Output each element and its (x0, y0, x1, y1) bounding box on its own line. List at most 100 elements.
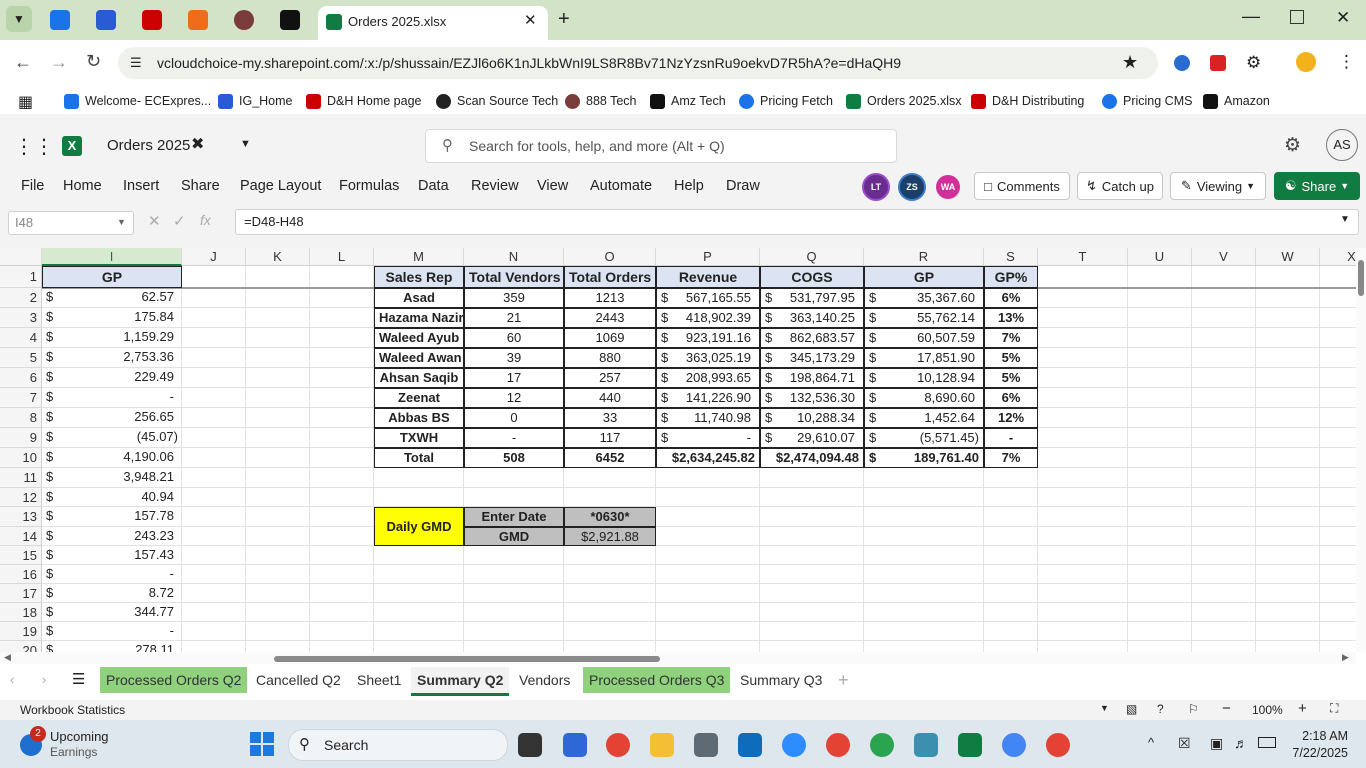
row-header-14[interactable]: 14 (0, 527, 42, 546)
back-icon[interactable]: ← (14, 52, 32, 73)
chrome-icon[interactable] (606, 733, 630, 757)
comments-button[interactable]: □ Comments (974, 172, 1070, 200)
summary-cell-orders[interactable]: 440 (564, 388, 656, 408)
expand-formula-icon[interactable]: ▼ (1340, 214, 1350, 225)
chrome-profile-4-icon[interactable] (1046, 733, 1070, 757)
bookmark-8[interactable]: D&H Distributing (971, 92, 1084, 110)
gp-cell[interactable]: $157.43 (42, 546, 182, 565)
summary-cell-rep[interactable]: Hazama Nazir (374, 308, 464, 328)
total-vendors[interactable]: 508 (464, 448, 564, 468)
enter-date-value[interactable]: *0630* (564, 507, 656, 527)
vertical-scroll-thumb[interactable] (1358, 260, 1364, 296)
summary-header-5[interactable]: GP (864, 266, 984, 288)
row-header-2[interactable]: 2 (0, 288, 42, 308)
summary-cell-gpp[interactable]: 7% (984, 328, 1038, 348)
menu-data[interactable]: Data (418, 178, 449, 194)
menu-help[interactable]: Help (674, 178, 704, 194)
summary-cell-revenue[interactable]: $567,165.55 (656, 288, 760, 308)
summary-cell-cogs[interactable]: $10,288.34 (760, 408, 864, 428)
menu-automate[interactable]: Automate (590, 178, 652, 194)
gp-cell[interactable]: $4,190.06 (42, 448, 182, 468)
chrome-profile-2-icon[interactable] (870, 733, 894, 757)
total-revenue[interactable]: $2,634,245.82 (656, 448, 760, 468)
column-header-l[interactable]: L (310, 248, 374, 266)
summary-header-3[interactable]: Revenue (656, 266, 760, 288)
gp-cell[interactable]: $157.78 (42, 507, 182, 527)
summary-cell-gpp[interactable]: - (984, 428, 1038, 448)
summary-cell-gpp[interactable]: 5% (984, 348, 1038, 368)
volume-icon[interactable]: ♬ (1234, 735, 1248, 751)
menu-share[interactable]: Share (181, 178, 220, 194)
row-header-20[interactable]: 20 (0, 641, 42, 652)
summary-header-6[interactable]: GP% (984, 266, 1038, 288)
extension-icon-1[interactable] (1174, 55, 1190, 71)
summary-cell-revenue[interactable]: $141,226.90 (656, 388, 760, 408)
gp-cell[interactable]: $1,159.29 (42, 328, 182, 348)
total-cogs[interactable]: $2,474,094.48 (760, 448, 864, 468)
presence-avatar-wa[interactable]: WA (936, 175, 960, 199)
gp-cell[interactable]: $243.23 (42, 527, 182, 546)
zoom-in-icon[interactable]: + (1298, 700, 1307, 717)
clock-date[interactable]: 7/22/2025 (1276, 746, 1348, 760)
summary-cell-vendors[interactable]: 21 (464, 308, 564, 328)
sheet-tab-5[interactable]: Processed Orders Q3 (583, 667, 731, 693)
accessibility-icon[interactable]: ▧ (1126, 702, 1137, 716)
daily-gmd-title[interactable]: Daily GMD (374, 507, 464, 546)
tab-icon-dh[interactable] (142, 10, 162, 30)
gp-cell[interactable]: $ - (42, 565, 182, 584)
gp-cell[interactable]: $ (45.07) (42, 428, 182, 448)
insert-function-icon[interactable]: fx (200, 212, 211, 228)
bookmark-star-icon[interactable]: ★ (1122, 52, 1138, 73)
summary-cell-gp[interactable]: $17,851.90 (864, 348, 984, 368)
horizontal-scrollbar[interactable]: ◀ ▶ (0, 652, 1356, 664)
row-header-5[interactable]: 5 (0, 348, 42, 368)
row-header-10[interactable]: 10 (0, 448, 42, 468)
chrome-profile-1-icon[interactable] (826, 733, 850, 757)
title-dropdown-icon[interactable]: ▼ (240, 138, 251, 150)
menu-home[interactable]: Home (63, 178, 102, 194)
summary-header-4[interactable]: COGS (760, 266, 864, 288)
summary-header-0[interactable]: Sales Rep (374, 266, 464, 288)
settings-gear-icon[interactable]: ⚙ (1284, 134, 1301, 157)
tab-icon-amazon[interactable] (280, 10, 300, 30)
tab-icon-888[interactable] (234, 10, 254, 30)
vertical-scrollbar[interactable] (1356, 248, 1366, 652)
address-bar[interactable]: ☰ vcloudchoice-my.sharepoint.com/:x:/p/s… (118, 47, 1158, 79)
bookmark-0[interactable]: Welcome- ECExpres... (64, 92, 211, 110)
total-gpp[interactable]: 7% (984, 448, 1038, 468)
menu-formulas[interactable]: Formulas (339, 178, 399, 194)
summary-cell-revenue[interactable]: $363,025.19 (656, 348, 760, 368)
summary-cell-vendors[interactable]: 17 (464, 368, 564, 388)
summary-cell-orders[interactable]: 33 (564, 408, 656, 428)
column-header-x[interactable]: X (1320, 248, 1356, 266)
outlook-icon[interactable] (738, 733, 762, 757)
calculator-icon[interactable] (694, 733, 718, 757)
column-header-u[interactable]: U (1128, 248, 1192, 266)
tab-icon-ecexpress[interactable] (50, 10, 70, 30)
viewing-mode-button[interactable]: ✎ Viewing ▼ (1170, 172, 1266, 200)
taskbar-search[interactable]: ⚲ Search (288, 729, 508, 761)
menu-review[interactable]: Review (471, 178, 519, 194)
summary-cell-vendors[interactable]: 0 (464, 408, 564, 428)
summary-cell-cogs[interactable]: $862,683.57 (760, 328, 864, 348)
total-label[interactable]: Total (374, 448, 464, 468)
summary-cell-orders[interactable]: 257 (564, 368, 656, 388)
bookmark-2[interactable]: D&H Home page (306, 92, 422, 110)
sheet-tab-3[interactable]: Summary Q2 (411, 667, 510, 696)
summary-cell-cogs[interactable]: $363,140.25 (760, 308, 864, 328)
bookmark-7[interactable]: Orders 2025.xlsx (846, 92, 961, 110)
tab-icon-sublime[interactable] (188, 10, 208, 30)
presence-avatar-lt[interactable]: LT (862, 173, 890, 201)
summary-cell-orders[interactable]: 117 (564, 428, 656, 448)
profile-avatar[interactable] (1296, 52, 1316, 72)
row-header-17[interactable]: 17 (0, 584, 42, 603)
widgets-button[interactable]: 2 Upcoming Earnings (20, 726, 160, 762)
column-header-w[interactable]: W (1256, 248, 1320, 266)
gp-cell[interactable]: $2,753.36 (42, 348, 182, 368)
summary-cell-gp[interactable]: $ (5,571.45) (864, 428, 984, 448)
row-header-11[interactable]: 11 (0, 468, 42, 488)
tab-icon-ig[interactable] (96, 10, 116, 30)
chrome-profile-3-icon[interactable] (1002, 733, 1026, 757)
summary-cell-revenue[interactable]: $11,740.98 (656, 408, 760, 428)
gmd-label[interactable]: GMD (464, 527, 564, 546)
